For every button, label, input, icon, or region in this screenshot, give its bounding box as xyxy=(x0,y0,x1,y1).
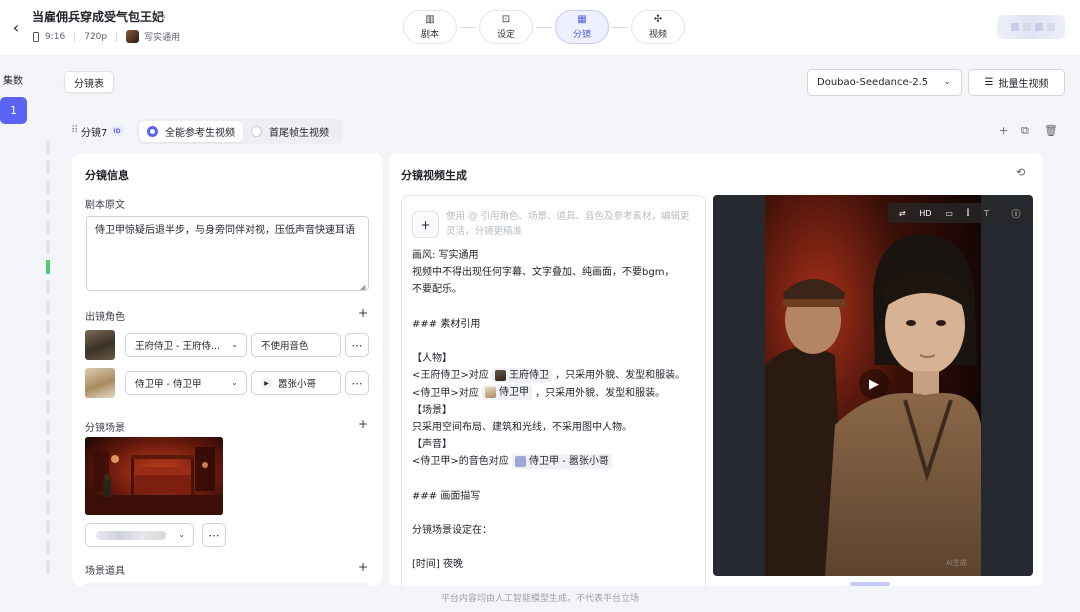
characters-label: 出镜角色 xyxy=(85,312,125,323)
trash-icon[interactable]: 🗑 xyxy=(1044,124,1058,137)
shot-label: 分镜7 xyxy=(81,128,108,139)
style-name: 写实通用 xyxy=(144,33,181,43)
play-icon[interactable]: ▶ xyxy=(859,369,889,399)
step-storyboard[interactable]: ▦ 分镜 xyxy=(555,10,609,44)
add-character-icon[interactable]: + xyxy=(358,306,368,320)
step-settings[interactable]: ⊡ 设定 xyxy=(479,10,533,44)
model-select[interactable]: Doubao-Seedance-2.5 ⌄ xyxy=(807,69,962,96)
id-badge: ID xyxy=(110,126,124,136)
character-select[interactable]: 侍卫甲 - 侍卫甲 ⌄ xyxy=(125,371,247,395)
chevron-down-icon: ⌄ xyxy=(231,378,238,387)
prompt-text: 画风: 写实通用 视频中不得出现任何字幕、文字叠加、纯画面，不要bgm， 不要配… xyxy=(412,250,686,571)
frame-icon[interactable]: ⊤ xyxy=(983,209,990,218)
shot-info-panel: 分镜信息 剧本原文 侍卫甲惊疑后退半步，与身旁同伴对视，压低声音快速耳语 ◢ 出… xyxy=(72,153,382,586)
video-preview[interactable]: ⇄ HD ▭ ⫿ ⊤ ⓘ ▶ AI生成 xyxy=(713,195,1033,576)
character-row: 侍卫甲 - 侍卫甲 ⌄ ▶ 嚣张小哥 ⋯ xyxy=(85,368,369,398)
more-icon[interactable]: ⋯ xyxy=(202,523,226,547)
prompt-placeholder: 使用 @ 引用角色、场景、道具、音色及参考素材，编辑更灵活，分镜更精准 xyxy=(446,211,690,237)
workflow-steps: ▥ 剧本 ⊡ 设定 ▦ 分镜 ✣ 视频 xyxy=(403,10,685,44)
blurred-scene-name xyxy=(96,531,166,540)
style-thumbnail xyxy=(126,30,140,43)
settings-doc-icon: ⊡ xyxy=(501,14,511,25)
book-icon: ▥ xyxy=(425,14,435,25)
step-video[interactable]: ✣ 视频 xyxy=(631,10,685,44)
radio-unselected xyxy=(251,126,262,137)
copy-icon[interactable]: ⧉ xyxy=(1021,124,1029,138)
episode-item-1[interactable]: 1 xyxy=(0,97,27,124)
batch-generate-video-button[interactable]: ☰ 批量生视频 xyxy=(968,69,1065,96)
chevron-down-icon: ⌄ xyxy=(231,340,238,349)
storyboard-table-tab[interactable]: 分镜表 xyxy=(64,71,114,93)
generation-mode-group: 全能参考生视频 首尾帧生视频 xyxy=(137,119,343,144)
add-icon[interactable]: + xyxy=(999,124,1008,137)
crop-icon[interactable]: ⫿ xyxy=(967,208,970,218)
script-textarea[interactable]: 侍卫甲惊疑后退半步，与身旁同伴对视，压低声音快速耳语 xyxy=(86,216,369,291)
resize-grip-icon[interactable]: ◢ xyxy=(360,283,365,291)
replace-icon[interactable]: ⇄ xyxy=(899,209,906,218)
top-header: ‹ 当雇佣兵穿成受气包王妃 ✎ 9:16 720p 写实通用 ▥ 剧本 ⊡ 设定… xyxy=(0,0,1080,56)
enhance-icon[interactable]: HD xyxy=(919,209,931,218)
user-account-chip[interactable] xyxy=(997,15,1065,39)
chevron-down-icon: ⌄ xyxy=(178,530,185,539)
shot-timeline-strip[interactable] xyxy=(46,140,51,580)
project-meta: 9:16 720p 写实通用 xyxy=(33,30,180,43)
reference-chip[interactable]: 王府侍卫 xyxy=(491,367,552,383)
pencil-icon[interactable]: ✎ xyxy=(157,9,166,22)
character-row: 王府侍卫 - 王府侍... ⌄ 不使用音色 ⋯ xyxy=(85,330,369,360)
aspect-ratio: 9:16 xyxy=(45,31,66,42)
reference-chip[interactable]: 侍卫甲 xyxy=(481,385,532,400)
drag-handle-icon[interactable]: ⠿ xyxy=(71,125,78,136)
chevron-down-icon: ⌄ xyxy=(943,77,951,87)
more-icon[interactable]: ⋯ xyxy=(345,371,369,395)
project-title: 当雇佣兵穿成受气包王妃 xyxy=(32,10,165,24)
add-reference-button[interactable]: + xyxy=(412,211,439,238)
chevron-left-icon[interactable]: ‹ xyxy=(6,16,26,38)
step-script[interactable]: ▥ 剧本 xyxy=(403,10,457,44)
voice-select[interactable]: ▶ 嚣张小哥 xyxy=(251,371,341,395)
add-prop-icon[interactable]: + xyxy=(358,560,368,574)
history-icon[interactable]: ⟲ xyxy=(1016,166,1025,179)
phone-icon xyxy=(33,31,39,42)
more-icon[interactable]: ⋯ xyxy=(345,333,369,357)
prompt-editor[interactable]: + 使用 @ 引用角色、场景、道具、音色及参考素材，编辑更灵活，分镜更精准 画风… xyxy=(401,195,706,586)
grid-icon: ▦ xyxy=(577,14,587,25)
character-avatar xyxy=(85,330,115,360)
add-scene-icon[interactable]: + xyxy=(358,417,368,431)
footer-disclaimer: 平台内容均由人工智能模型生成，不代表平台立场 xyxy=(0,586,1080,612)
resolution: 720p xyxy=(84,31,108,42)
subtitle-icon[interactable]: ▭ xyxy=(945,209,953,218)
shot-info-title: 分镜信息 xyxy=(85,169,129,182)
mode-omni-reference[interactable]: 全能参考生视频 xyxy=(139,121,243,142)
scene-image[interactable] xyxy=(85,437,223,515)
video-toolbar: ⇄ HD ▭ ⫿ ⊤ xyxy=(888,203,1001,223)
voice-chip[interactable]: 侍卫甲 - 嚣张小哥 xyxy=(511,453,612,469)
mode-first-last-frame[interactable]: 首尾帧生视频 xyxy=(243,121,337,142)
play-icon[interactable]: ▶ xyxy=(261,377,272,389)
scene-select[interactable]: ⌄ xyxy=(85,523,194,547)
film-icon: ✣ xyxy=(653,14,663,25)
ai-watermark: AI生成 xyxy=(946,559,967,567)
episodes-title: 集数 xyxy=(3,76,23,87)
radio-selected xyxy=(147,126,158,137)
scene-label: 分镜场景 xyxy=(85,423,125,434)
script-label: 剧本原文 xyxy=(85,200,125,211)
model-select-value: Doubao-Seedance-2.5 xyxy=(817,77,929,88)
video-generation-panel: 分镜视频生成 ⟲ + 使用 @ 引用角色、场景、道具、音色及参考素材，编辑更灵活… xyxy=(389,153,1043,586)
character-select[interactable]: 王府侍卫 - 王府侍... ⌄ xyxy=(125,333,247,357)
video-generation-title: 分镜视频生成 xyxy=(401,169,467,182)
info-icon[interactable]: ⓘ xyxy=(1005,203,1027,223)
props-label: 场景道具 xyxy=(85,566,125,577)
voice-select[interactable]: 不使用音色 xyxy=(251,333,341,357)
character-avatar xyxy=(85,368,115,398)
list-icon: ☰ xyxy=(984,77,994,88)
episode-rail: 集数 xyxy=(0,56,28,586)
